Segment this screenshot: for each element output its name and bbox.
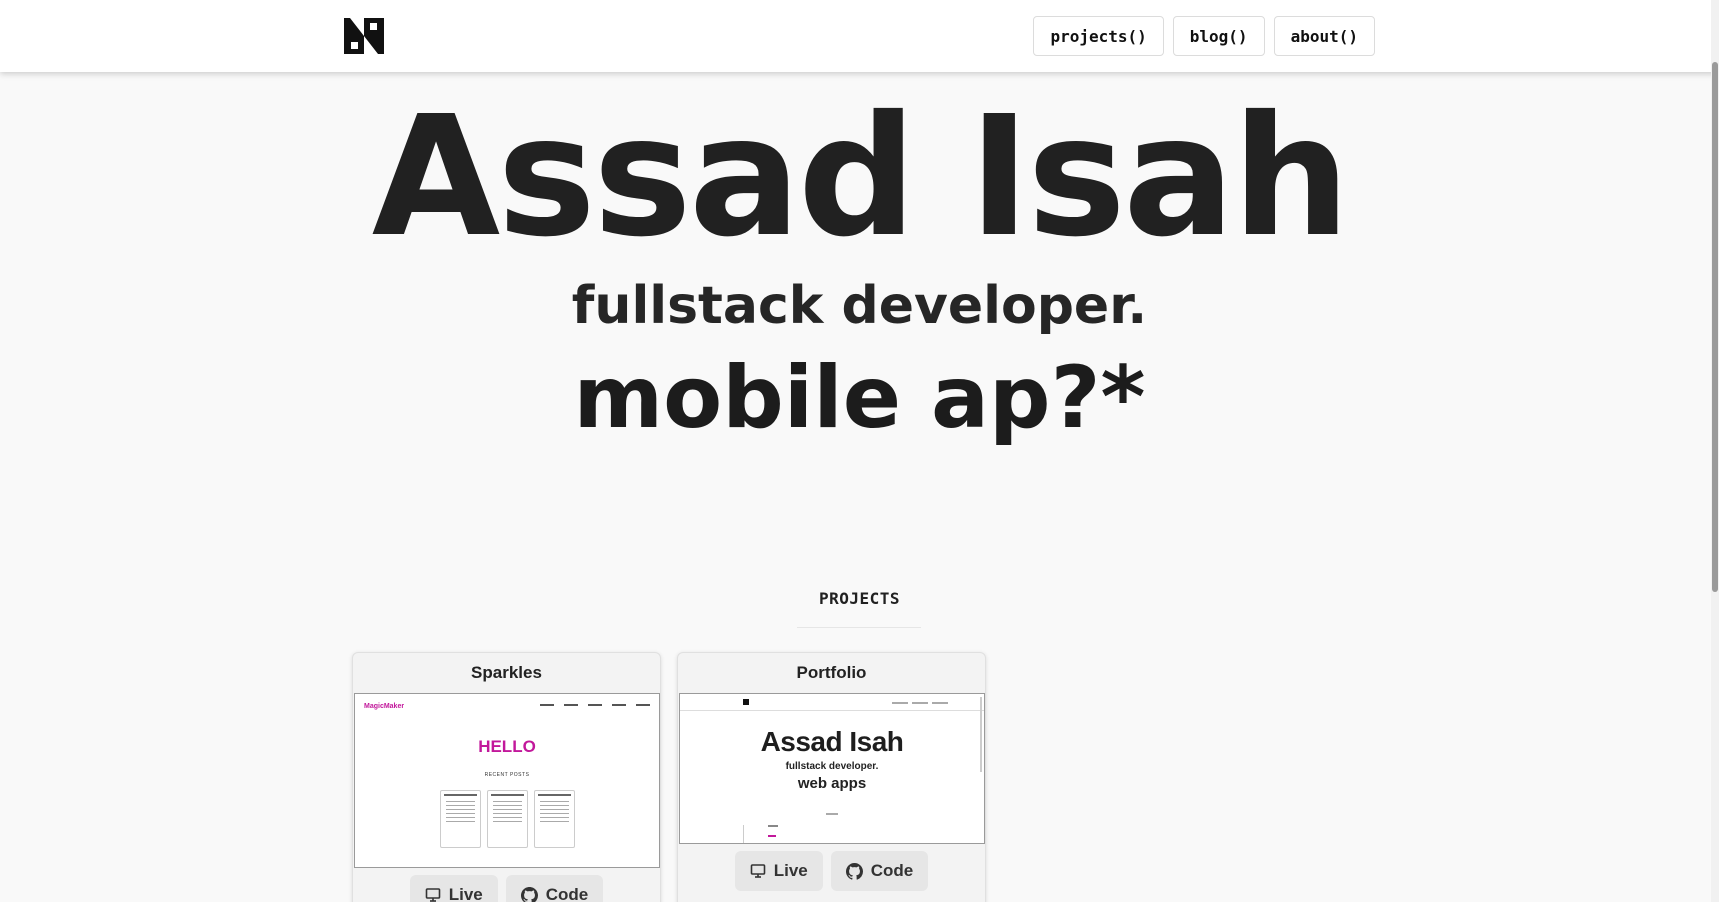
preview-section-title xyxy=(826,813,838,815)
page: projects() blog() about() Assad Isah ful… xyxy=(0,0,1719,902)
project-card-title: Sparkles xyxy=(471,663,542,682)
preview-nav xyxy=(540,704,650,706)
monitor-icon xyxy=(425,887,441,902)
preview-post-card xyxy=(439,790,481,848)
project-actions: Live Code xyxy=(353,875,660,902)
preview-post-card xyxy=(533,790,575,848)
preview-role: fullstack developer. xyxy=(785,761,879,772)
code-label: Code xyxy=(545,885,589,902)
nav-about-button[interactable]: about() xyxy=(1273,16,1375,56)
preview-subheading: RECENT POSTS xyxy=(484,772,530,778)
project-preview-image[interactable]: Assad Isah fullstack developer. web apps xyxy=(679,693,985,844)
preview-typing: web apps xyxy=(797,775,867,792)
preview-navbar xyxy=(680,694,984,711)
preview-name: Assad Isah xyxy=(760,726,904,757)
code-button[interactable]: Code xyxy=(505,875,604,902)
code-label: Code xyxy=(870,861,914,880)
live-label: Live xyxy=(448,885,483,902)
preview-divider xyxy=(743,825,744,843)
preview-heading: HELLO xyxy=(478,737,536,756)
preview-nav xyxy=(892,702,948,704)
code-button[interactable]: Code xyxy=(830,851,929,891)
nav-projects-button[interactable]: projects() xyxy=(1033,16,1164,56)
preview-text-line xyxy=(768,825,778,827)
preview-text-line xyxy=(768,835,776,837)
project-card-portfolio: Portfolio Assad Isah fullstack developer… xyxy=(677,652,986,902)
nav-blog-button[interactable]: blog() xyxy=(1172,16,1265,56)
hero-name: Assad Isah xyxy=(371,81,1350,274)
github-icon xyxy=(845,862,863,880)
preview-logo-icon xyxy=(743,699,749,705)
project-card-title: Portfolio xyxy=(796,663,867,682)
live-button[interactable]: Live xyxy=(734,851,823,891)
preview-posts xyxy=(355,790,659,848)
live-button[interactable]: Live xyxy=(409,875,498,902)
preview-brand-logo: MagicMaker xyxy=(364,703,405,710)
brand-logo-icon[interactable] xyxy=(344,16,384,56)
hero-typing-text: mobile ap?* xyxy=(573,348,1146,448)
monitor-icon xyxy=(750,863,766,879)
scrollbar-thumb[interactable] xyxy=(1712,62,1718,592)
main-nav: projects() blog() about() xyxy=(1033,16,1375,56)
top-navbar: projects() blog() about() xyxy=(0,0,1719,72)
projects-section-title: PROJECTS xyxy=(818,589,901,608)
github-icon xyxy=(520,886,538,902)
section-divider xyxy=(797,627,921,628)
project-preview-image[interactable]: MagicMaker HELLO RECENT POSTS xyxy=(354,693,660,868)
live-label: Live xyxy=(773,861,808,880)
hero-role: fullstack developer. xyxy=(571,276,1148,336)
project-card-sparkles: Sparkles MagicMaker HELLO RECENT POSTS L… xyxy=(352,652,661,902)
preview-post-card xyxy=(486,790,528,848)
project-actions: Live Code xyxy=(678,851,985,891)
